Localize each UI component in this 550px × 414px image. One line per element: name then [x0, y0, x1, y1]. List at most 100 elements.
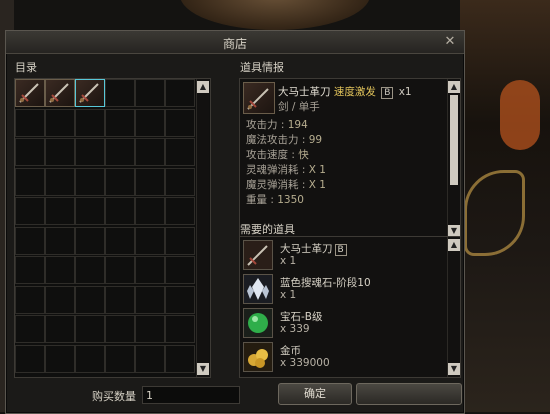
- inventory-slot[interactable]: [165, 315, 195, 343]
- scroll-up-icon[interactable]: ▲: [197, 81, 209, 93]
- inventory-slot[interactable]: [15, 138, 45, 166]
- inventory-slot[interactable]: [105, 315, 135, 343]
- inventory-slot[interactable]: [105, 167, 135, 196]
- inventory-slot[interactable]: [45, 197, 75, 225]
- inventory-slot[interactable]: [135, 108, 165, 137]
- inventory-slot[interactable]: [75, 197, 105, 225]
- inventory-slot[interactable]: [165, 197, 195, 225]
- inventory-slot[interactable]: [75, 285, 105, 314]
- stat-row: 重量 : 1350: [246, 194, 304, 206]
- inventory-slot[interactable]: [105, 226, 135, 255]
- inventory-slot[interactable]: [15, 285, 45, 314]
- inventory-slot[interactable]: [165, 285, 195, 314]
- inventory-slot[interactable]: [15, 226, 45, 255]
- inventory-slot[interactable]: [165, 256, 195, 284]
- stat-label: 攻击速度: [246, 149, 288, 161]
- inventory-slot[interactable]: [15, 315, 45, 343]
- scroll-down-icon[interactable]: ▼: [448, 363, 460, 375]
- crystal-icon: [243, 274, 273, 304]
- inventory-slot[interactable]: [45, 108, 75, 137]
- inventory-slot[interactable]: [135, 138, 165, 166]
- inventory-slot[interactable]: [105, 197, 135, 225]
- confirm-button[interactable]: 确定: [278, 383, 352, 405]
- required-item-qty: x 1: [280, 255, 297, 267]
- inventory-slot[interactable]: [135, 79, 165, 107]
- inventory-slot[interactable]: [45, 315, 75, 343]
- required-item-qty: x 1: [280, 289, 297, 301]
- inventory-slot[interactable]: [15, 197, 45, 225]
- inventory-slot[interactable]: [45, 226, 75, 255]
- inventory-slot[interactable]: [135, 167, 165, 196]
- inventory-slot[interactable]: [165, 79, 195, 107]
- item-tag: 速度激发: [333, 86, 376, 98]
- close-icon[interactable]: ✕: [442, 34, 458, 50]
- inventory-slot[interactable]: [165, 226, 195, 255]
- required-item-row: 蓝色搜魂石-阶段10 x 1: [240, 273, 446, 305]
- inventory-slot[interactable]: [15, 344, 45, 373]
- stat-value: X 1: [308, 179, 326, 191]
- quantity-input[interactable]: [142, 386, 240, 404]
- required-item-row: 金币 x 339000: [240, 341, 446, 373]
- scroll-up-icon[interactable]: ▲: [448, 81, 460, 93]
- inventory-slot[interactable]: [45, 256, 75, 284]
- inventory-slot[interactable]: [105, 256, 135, 284]
- inventory-slot[interactable]: [165, 344, 195, 373]
- inventory-slot[interactable]: [75, 315, 105, 343]
- inventory-slot[interactable]: [135, 315, 165, 343]
- inventory-slot[interactable]: [45, 285, 75, 314]
- inventory-slot[interactable]: [15, 256, 45, 284]
- inventory-slot[interactable]: [75, 108, 105, 137]
- quantity-label: 购买数量: [92, 390, 136, 403]
- scroll-down-icon[interactable]: ▼: [197, 363, 209, 375]
- inventory-slot[interactable]: [15, 167, 45, 196]
- stat-value: X 1: [308, 164, 326, 176]
- inventory-slot[interactable]: [135, 344, 165, 373]
- item-title-line: 大马士革刀 速度激发 B x1: [278, 84, 412, 99]
- stat-row: 灵魂弹消耗 : X 1: [246, 164, 326, 176]
- inventory-slot[interactable]: [135, 256, 165, 284]
- sword-icon: [243, 240, 273, 270]
- stat-label: 灵魂弹消耗: [246, 164, 299, 176]
- stat-value: 194: [287, 119, 308, 131]
- inventory-slot[interactable]: [135, 226, 165, 255]
- inventory-slot[interactable]: [105, 344, 135, 373]
- inventory-slot[interactable]: [165, 138, 195, 166]
- inventory-slot[interactable]: [45, 344, 75, 373]
- sword-icon[interactable]: [75, 79, 105, 107]
- info-scrollbar[interactable]: ▲ ▼: [447, 79, 460, 239]
- required-scrollbar[interactable]: ▲ ▼: [447, 237, 460, 377]
- item-info-panel: 大马士革刀 速度激发 B x1 剑 / 单手 攻击力 : 194 魔法攻击力 : …: [239, 78, 461, 240]
- inventory-slot[interactable]: [165, 167, 195, 196]
- inventory-slot[interactable]: [105, 79, 135, 107]
- inventory-slot[interactable]: [75, 138, 105, 166]
- sword-icon[interactable]: [45, 79, 75, 107]
- inventory-slot[interactable]: [75, 344, 105, 373]
- inventory-slot[interactable]: [105, 108, 135, 137]
- inventory-slot[interactable]: [75, 226, 105, 255]
- stat-value: 99: [308, 134, 323, 146]
- item-name: 大马士革刀: [278, 86, 331, 98]
- cancel-button[interactable]: [356, 383, 462, 405]
- catalog-label: 目录: [15, 61, 37, 74]
- scroll-thumb[interactable]: [450, 95, 458, 185]
- stat-label: 重量: [246, 194, 267, 206]
- catalog-scrollbar[interactable]: ▲ ▼: [196, 79, 209, 377]
- inventory-slot[interactable]: [45, 167, 75, 196]
- stat-row: 攻击力 : 194: [246, 119, 308, 131]
- item-type: 剑 / 单手: [278, 101, 320, 113]
- inventory-slot[interactable]: [105, 138, 135, 166]
- inventory-slot[interactable]: [45, 138, 75, 166]
- item-count: x1: [398, 86, 412, 98]
- inventory-slot[interactable]: [75, 256, 105, 284]
- inventory-slot[interactable]: [165, 108, 195, 137]
- sword-icon[interactable]: [15, 79, 45, 107]
- title-bar[interactable]: 商店 ✕: [6, 31, 464, 54]
- stat-label: 魔法攻击力: [246, 134, 299, 146]
- inventory-slot[interactable]: [135, 197, 165, 225]
- inventory-slot[interactable]: [105, 285, 135, 314]
- inventory-slot[interactable]: [135, 285, 165, 314]
- inventory-slot[interactable]: [75, 167, 105, 196]
- scroll-up-icon[interactable]: ▲: [448, 239, 460, 251]
- required-item-name: 大马士革刀 B: [280, 241, 349, 256]
- inventory-slot[interactable]: [15, 108, 45, 137]
